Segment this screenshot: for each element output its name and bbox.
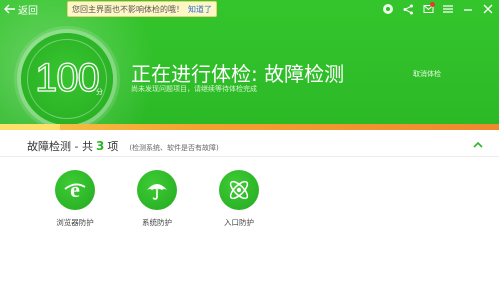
section-title-text: 故障检测 - 共 [27,140,93,153]
browser-protection-item[interactable]: e 浏览器防护 [46,170,104,228]
svg-text:e: e [70,178,80,202]
minimize-icon[interactable] [461,2,475,16]
system-protection-item[interactable]: 系统防护 [128,170,186,228]
entry-protection-item[interactable]: 入口防护 [210,170,268,228]
back-button[interactable]: 返回 [4,2,38,17]
progress-bar [0,124,499,130]
back-label: 返回 [18,5,38,17]
header-panel: 返回 您回主界面也不影响体检的哦！ 知道了 100 分 正在进行体检: 故障检测… [0,0,499,130]
top-bar: 返回 您回主界面也不影响体检的哦！ 知道了 [0,0,499,18]
system-protection-label: 系统防护 [142,218,172,227]
section-count: 3 [95,139,105,153]
status-title: 正在进行体检: 故障检测 [131,62,345,86]
section-divider [0,156,499,157]
notice-tooltip: 您回主界面也不影响体检的哦！ 知道了 [67,1,217,17]
browser-protection-label: 浏览器防护 [56,218,94,227]
skin-icon[interactable] [381,2,395,16]
notice-dismiss-link[interactable]: 知道了 [188,4,212,15]
atom-icon [219,170,259,210]
share-icon[interactable] [401,2,415,16]
chevron-up-icon [471,137,485,156]
check-items: e 浏览器防护 系统防护 入口防护 [46,170,268,228]
cancel-checkup-button[interactable]: 取消体检 [413,69,441,79]
umbrella-icon [137,170,177,210]
score-unit: 分 [96,88,103,96]
back-arrow-icon [4,4,16,14]
close-icon[interactable] [481,2,495,16]
status-subtitle: 尚未发现问题项目，请继续等待体检完成 [131,85,257,93]
message-icon[interactable] [421,2,435,16]
notice-text: 您回主界面也不影响体检的哦！ [72,4,184,14]
section-title: 故障检测 - 共 3 项 (检测系统、软件是否有故障) [27,138,219,154]
notification-badge [430,2,435,7]
progress-fill [0,124,60,130]
section-description: (检测系统、软件是否有故障) [129,144,219,152]
window-controls [381,1,495,17]
entry-protection-label: 入口防护 [224,218,254,227]
section-unit: 项 [107,140,119,153]
collapse-button[interactable] [471,137,485,151]
menu-icon[interactable] [441,2,455,16]
score-ring: 100 分 [21,33,113,125]
ie-icon: e [55,170,95,210]
